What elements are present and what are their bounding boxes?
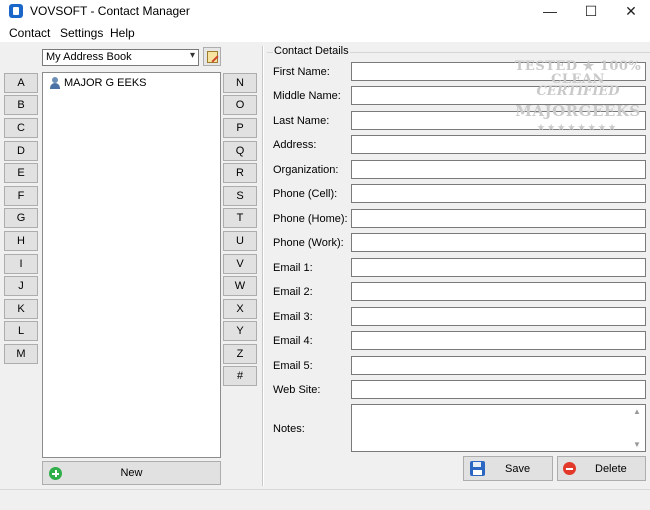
app-icon [9, 4, 23, 18]
delete-button-label: Delete [595, 463, 627, 475]
email-4-label: Email 4: [273, 335, 313, 347]
website-field[interactable] [351, 380, 646, 399]
menu-settings[interactable]: Settings [60, 26, 103, 40]
email-3-label: Email 3: [273, 311, 313, 323]
letter-button-e[interactable]: E [4, 163, 38, 183]
contact-details-title: Contact Details [273, 45, 350, 57]
menu-contact[interactable]: Contact [9, 26, 50, 40]
phone-home-label: Phone (Home): [273, 213, 348, 225]
window-title: VOVSOFT - Contact Manager [30, 4, 190, 18]
letter-button-q[interactable]: Q [223, 141, 257, 161]
menu-bar: Contact Settings Help [0, 22, 650, 42]
letter-button-x[interactable]: X [223, 299, 257, 319]
status-bar [0, 489, 650, 510]
letter-button-w[interactable]: W [223, 276, 257, 296]
letter-button-o[interactable]: O [223, 95, 257, 115]
email-1-label: Email 1: [273, 262, 313, 274]
phone-work-label: Phone (Work): [273, 237, 344, 249]
title-bar: VOVSOFT - Contact Manager — ☐ ✕ [0, 0, 650, 22]
letter-button-v[interactable]: V [223, 254, 257, 274]
letter-button-b[interactable]: B [4, 95, 38, 115]
notes-scrollbar[interactable]: ▲ ▼ [631, 405, 645, 451]
website-label: Web Site: [273, 384, 321, 396]
save-button-label: Save [505, 463, 531, 475]
watermark-line-3: MAJORGEEKS [515, 102, 641, 120]
letter-button-l[interactable]: L [4, 321, 38, 341]
delete-icon [563, 462, 576, 475]
close-button[interactable]: ✕ [608, 0, 650, 22]
phone-cell-field[interactable] [351, 184, 646, 203]
scroll-up-icon[interactable]: ▲ [633, 407, 641, 416]
contact-list[interactable]: MAJOR G EEKS [42, 72, 221, 458]
phone-cell-label: Phone (Cell): [273, 188, 338, 200]
new-button-label: New [120, 467, 143, 479]
letter-button-t[interactable]: T [223, 208, 257, 228]
address-book-select[interactable]: My Address Book ▾ [42, 49, 199, 66]
organization-label: Organization: [273, 164, 339, 176]
letter-button-n[interactable]: N [223, 73, 257, 93]
watermark-line-2: CERTIFIED [536, 84, 620, 99]
letter-button-a[interactable]: A [4, 73, 38, 93]
letter-button-k[interactable]: K [4, 299, 38, 319]
letter-button-hash[interactable]: # [223, 366, 257, 386]
email-2-label: Email 2: [273, 286, 313, 298]
letter-button-i[interactable]: I [4, 254, 38, 274]
address-label: Address: [273, 139, 317, 151]
watermark-line-1: TESTED ★ 100% CLEAN [514, 59, 642, 87]
list-item[interactable]: MAJOR G EEKS [49, 77, 147, 89]
email-3-field[interactable] [351, 307, 646, 326]
middle-name-label: Middle Name: [273, 90, 341, 102]
panel-splitter[interactable] [262, 46, 264, 486]
address-book-selected: My Address Book [46, 51, 132, 63]
letter-button-j[interactable]: J [4, 276, 38, 296]
email-5-label: Email 5: [273, 360, 313, 372]
edit-address-book-button[interactable] [203, 47, 221, 66]
letter-button-u[interactable]: U [223, 231, 257, 251]
scroll-down-icon[interactable]: ▼ [633, 440, 641, 449]
last-name-label: Last Name: [273, 115, 330, 127]
contact-name: MAJOR G EEKS [64, 77, 147, 89]
notes-field[interactable]: ▲ ▼ [351, 404, 646, 452]
majorgeeks-watermark: TESTED ★ 100% CLEAN CERTIFIED MAJORGEEKS… [508, 58, 648, 140]
letter-button-f[interactable]: F [4, 186, 38, 206]
first-name-label: First Name: [273, 66, 330, 78]
email-5-field[interactable] [351, 356, 646, 375]
phone-home-field[interactable] [351, 209, 646, 228]
letter-button-h[interactable]: H [4, 231, 38, 251]
letter-button-p[interactable]: P [223, 118, 257, 138]
letter-button-y[interactable]: Y [223, 321, 257, 341]
email-4-field[interactable] [351, 331, 646, 350]
letter-button-z[interactable]: Z [223, 344, 257, 364]
letter-button-m[interactable]: M [4, 344, 38, 364]
email-1-field[interactable] [351, 258, 646, 277]
chevron-down-icon: ▾ [189, 50, 195, 61]
letter-button-d[interactable]: D [4, 141, 38, 161]
email-2-field[interactable] [351, 282, 646, 301]
minimize-button[interactable]: — [527, 0, 573, 22]
phone-work-field[interactable] [351, 233, 646, 252]
organization-field[interactable] [351, 160, 646, 179]
watermark-stars: ★★★★★★★★ [537, 122, 619, 132]
person-icon [49, 77, 61, 89]
floppy-disk-icon [470, 461, 485, 476]
delete-button[interactable]: Delete [557, 456, 646, 481]
notepad-edit-icon [206, 50, 218, 63]
letter-button-g[interactable]: G [4, 208, 38, 228]
letter-button-c[interactable]: C [4, 118, 38, 138]
menu-help[interactable]: Help [110, 26, 135, 40]
letter-button-s[interactable]: S [223, 186, 257, 206]
notes-label: Notes: [273, 423, 305, 435]
new-contact-button[interactable]: New [42, 461, 221, 485]
save-button[interactable]: Save [463, 456, 553, 481]
letter-button-r[interactable]: R [223, 163, 257, 183]
